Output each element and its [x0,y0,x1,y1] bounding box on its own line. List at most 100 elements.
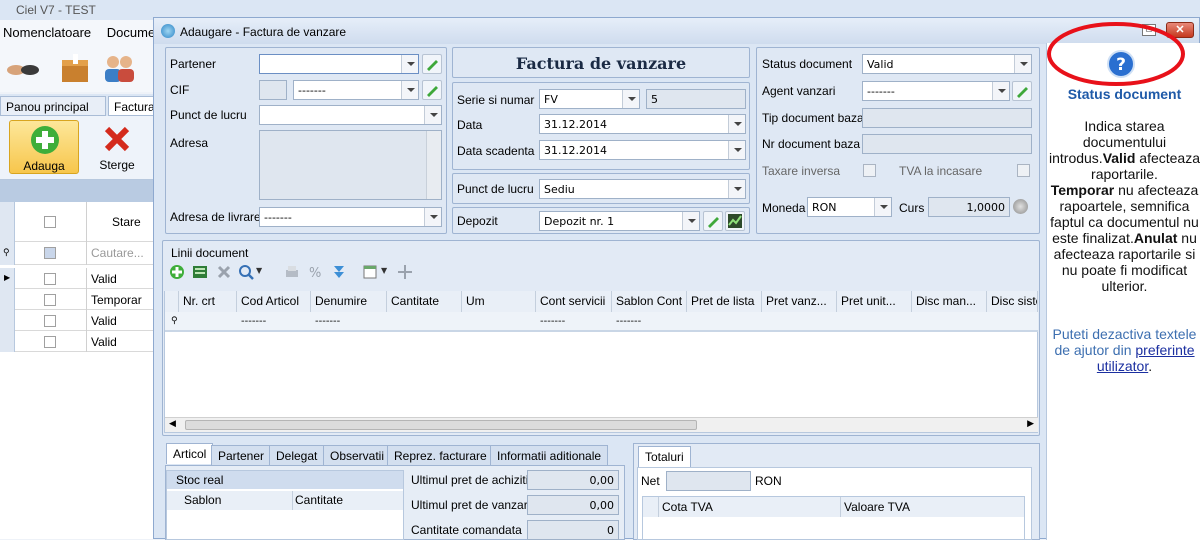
tab-reprez-facturare[interactable]: Reprez. facturare [387,445,494,466]
edit-depozit-button[interactable] [703,211,723,231]
chevron-down-icon[interactable] [424,106,441,124]
column-header-stare[interactable]: Stare [86,202,145,242]
tab-informatii-aditionale[interactable]: Informatii aditionale [490,445,609,466]
nr-document-baza-field[interactable] [862,134,1032,154]
delete-button[interactable]: Sterge [82,120,152,174]
tab-observatii[interactable]: Observatii [323,445,392,466]
chevron-down-icon[interactable] [682,212,699,230]
column-um[interactable]: Um [462,291,536,312]
agent-vanzari-field[interactable]: ------- [862,81,1010,101]
tab-articol[interactable]: Articol [166,443,214,464]
chevron-down-icon[interactable] [728,180,745,198]
cif-prefix-field[interactable] [259,80,287,100]
edit-partener-button[interactable] [422,54,442,74]
chevron-down-icon[interactable] [992,82,1009,100]
tab-delegat[interactable]: Delegat [269,445,325,466]
stock-chart-button[interactable] [725,211,745,231]
data-field[interactable]: 31.12.2014 [539,114,746,134]
filter-checkbox[interactable] [44,247,56,259]
search-icon[interactable] [238,264,254,280]
column-sablon[interactable]: Sablon [167,491,293,510]
status-document-field[interactable]: Valid [862,54,1032,74]
column-cod-articol[interactable]: Cod Articol [237,291,311,312]
filter-cod-articol[interactable]: ------- [237,312,270,332]
refresh-curs-icon[interactable] [1013,199,1028,214]
tab-panou-principal[interactable]: Panou principal [0,96,106,116]
adresa-livrare-field[interactable]: ------- [259,207,442,227]
data-scadenta-field[interactable]: 31.12.2014 [539,140,746,160]
column-valoare-tva[interactable]: Valoare TVA [841,497,1024,517]
arrow-down-icon[interactable] [331,264,347,280]
layout-dropdown-icon[interactable]: ▼ [381,266,387,275]
tva-incasare-checkbox[interactable] [1017,164,1030,177]
select-all-checkbox[interactable] [44,216,56,228]
filter-denumire[interactable]: ------- [311,312,344,332]
chevron-down-icon[interactable] [401,81,418,99]
package-icon[interactable] [58,52,92,84]
print-icon[interactable] [284,264,300,280]
punct-lucru-field[interactable] [259,105,442,125]
edit-agent-button[interactable] [1012,81,1032,101]
chevron-down-icon[interactable] [874,198,891,216]
scroll-right-icon[interactable]: ▶ [1027,419,1034,429]
filter-cont-servicii[interactable]: ------- [536,312,569,332]
column-pret-vanzare[interactable]: Pret vanz... [762,291,837,312]
column-cont-servicii[interactable]: Cont servicii [536,291,612,312]
percent-icon[interactable]: % [307,264,323,280]
chevron-down-icon[interactable] [728,141,745,159]
tip-document-baza-field[interactable] [862,108,1032,128]
chevron-down-icon[interactable] [424,208,441,226]
row-checkbox[interactable] [44,294,56,306]
table-row[interactable]: Valid [0,310,160,331]
tab-totaluri[interactable]: Totaluri [638,446,691,467]
table-row[interactable]: Valid [0,331,160,352]
moneda-field[interactable]: RON [807,197,892,217]
chevron-down-icon[interactable] [622,90,639,108]
handshake-icon[interactable] [6,52,40,84]
net-field[interactable] [666,471,751,491]
partener-field[interactable] [259,54,419,74]
scroll-left-icon[interactable]: ◀ [169,419,176,429]
column-stock-cantitate[interactable]: Cantitate [293,491,403,510]
chevron-down-icon[interactable] [1014,55,1031,73]
scrollbar-thumb[interactable] [185,420,697,430]
doc-punct-lucru-field[interactable]: Sediu [539,179,746,199]
column-cota-tva[interactable]: Cota TVA [659,497,841,517]
lines-filter-row[interactable] [165,312,1038,332]
cantitate-comandata-field[interactable]: 0 [527,520,619,540]
ultimul-pret-achizitie-field[interactable]: 0,00 [527,470,619,490]
column-sablon-cont[interactable]: Sablon Cont [612,291,687,312]
table-row[interactable]: Temporar [0,289,160,310]
add-button[interactable]: Adauga [9,120,79,174]
row-checkbox[interactable] [44,315,56,327]
edit-cif-button[interactable] [422,80,442,100]
cif-field[interactable]: ------- [293,80,419,100]
layout-icon[interactable] [362,264,378,280]
search-filter[interactable]: Cautare... [86,242,148,265]
column-pret-unitar[interactable]: Pret unit... [837,291,912,312]
row-checkbox[interactable] [44,336,56,348]
search-dropdown-icon[interactable]: ▼ [256,266,262,275]
row-checkbox[interactable] [44,273,56,285]
serie-field[interactable]: FV [539,89,640,109]
column-disc-sistem[interactable]: Disc siste... [987,291,1038,312]
horizontal-scrollbar[interactable]: ◀ ▶ [165,417,1038,432]
menu-item-nomenclatoare[interactable]: Nomenclatoare [3,25,91,40]
adresa-field[interactable] [259,130,442,200]
depozit-field[interactable]: Depozit nr. 1 [539,211,700,231]
add-row-icon[interactable] [192,264,208,280]
chevron-down-icon[interactable] [728,115,745,133]
column-denumire[interactable]: Denumire [311,291,387,312]
ultimul-pret-vanzare-field[interactable]: 0,00 [527,495,619,515]
tab-partener[interactable]: Partener [211,445,272,466]
column-nr-crt[interactable]: Nr. crt [179,291,237,312]
chevron-down-icon[interactable] [401,55,418,73]
table-row[interactable]: ▶ Valid [0,268,160,289]
numar-field[interactable]: 5 [646,89,746,109]
column-pret-lista[interactable]: Pret de lista [687,291,762,312]
column-cantitate[interactable]: Cantitate [387,291,462,312]
taxare-inversa-checkbox[interactable] [863,164,876,177]
delete-line-icon[interactable] [216,264,232,280]
move-icon[interactable] [397,264,413,280]
curs-field[interactable]: 1,0000 [928,197,1010,217]
